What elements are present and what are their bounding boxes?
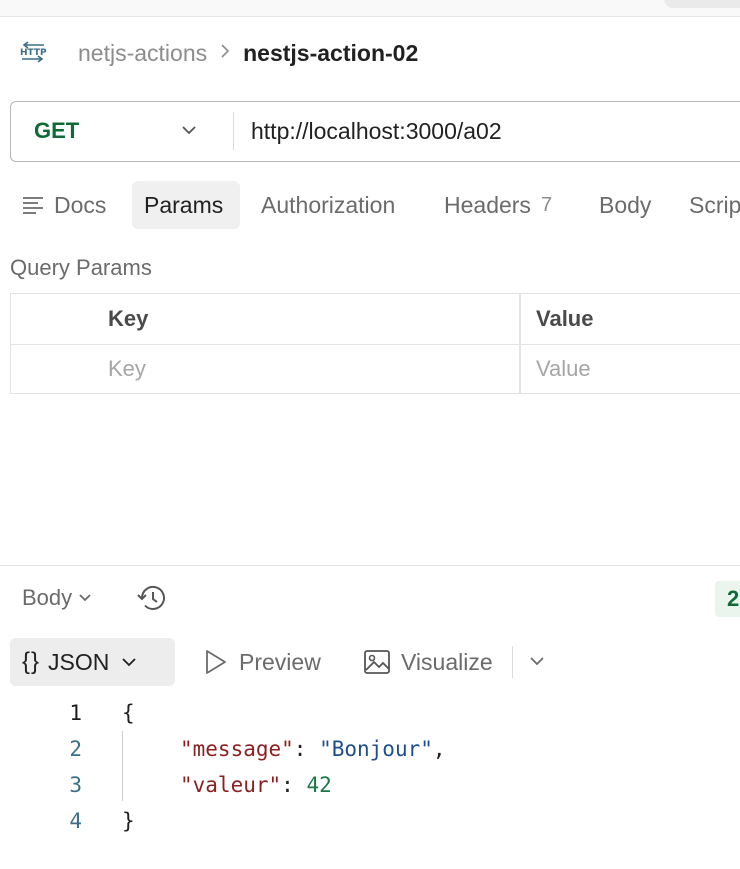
svg-text:HTTP: HTTP <box>20 48 47 58</box>
breadcrumb-chevron-icon <box>219 42 231 65</box>
braces-icon: {} <box>22 648 41 675</box>
preview-button[interactable]: Preview <box>203 638 321 686</box>
table-header-row: Key Value <box>11 294 740 345</box>
code-line: 2 "message": "Bonjour", <box>0 731 740 767</box>
docs-icon <box>22 196 44 214</box>
play-icon <box>203 648 229 676</box>
visualize-label: Visualize <box>401 648 493 675</box>
tab-params[interactable]: Params <box>132 181 240 229</box>
column-header-value: Value <box>536 306 594 331</box>
chevron-down-icon <box>78 593 92 603</box>
tab-label: Headers <box>444 191 531 218</box>
query-params-table: Key Value Key Value <box>10 293 740 394</box>
code-text: } <box>122 809 135 833</box>
json-comma: , <box>432 737 446 761</box>
line-number: 4 <box>69 809 82 833</box>
column-header-key: Key <box>108 306 149 331</box>
format-json-button[interactable]: {} JSON <box>10 638 175 686</box>
tab-body[interactable]: Body <box>599 181 651 229</box>
preview-label: Preview <box>239 648 321 675</box>
url-input[interactable] <box>251 110 731 152</box>
column-divider <box>519 294 521 394</box>
query-params-title: Query Params <box>10 255 152 280</box>
code-text: "valeur": 42 <box>180 773 332 797</box>
method-label: GET <box>34 118 80 143</box>
chevron-down-icon <box>121 656 137 668</box>
body-dropdown-label: Body <box>22 585 73 610</box>
history-icon[interactable] <box>134 582 168 619</box>
json-brace: } <box>122 809 135 833</box>
value-input[interactable]: Value <box>536 344 591 394</box>
format-json-label: JSON <box>48 648 110 675</box>
tab-label: Body <box>599 191 652 218</box>
chevron-down-icon <box>181 123 197 141</box>
line-number: 1 <box>69 701 82 725</box>
table-row: Key Value <box>11 344 740 394</box>
visualize-button[interactable]: Visualize <box>363 638 493 686</box>
json-colon: : <box>281 773 307 797</box>
headers-count-badge: 7 <box>540 193 553 216</box>
tab-label: Docs <box>54 191 107 218</box>
tab-label: Params <box>144 191 224 218</box>
status-badge: 2 <box>715 581 740 617</box>
response-format-bar: {} JSON Preview Visualize <box>10 638 740 686</box>
json-key: "valeur" <box>180 773 282 797</box>
code-line: 3 "valeur": 42 <box>0 767 740 803</box>
url-divider <box>233 112 234 150</box>
tab-scripts[interactable]: Scripts <box>689 181 740 229</box>
key-input[interactable]: Key <box>108 344 146 394</box>
breadcrumb-current[interactable]: nestjs-action-02 <box>243 40 418 67</box>
code-line: 1 { <box>0 695 740 731</box>
request-tabs: Docs Params Authorization Headers 7 Body… <box>10 181 740 229</box>
line-number: 3 <box>69 773 82 797</box>
method-select[interactable]: GET <box>11 102 233 160</box>
tab-label: Authorization <box>261 191 396 218</box>
json-brace: { <box>122 701 135 725</box>
chevron-down-icon[interactable] <box>528 654 546 668</box>
pane-divider[interactable] <box>0 565 740 566</box>
http-icon: HTTP <box>18 39 48 67</box>
json-string-value: "Bonjour" <box>319 737 433 761</box>
top-pill <box>664 0 740 8</box>
json-colon: : <box>293 737 320 761</box>
tab-docs[interactable]: Docs <box>22 181 126 229</box>
response-body-dropdown[interactable]: Body <box>22 575 92 621</box>
response-toolbar: Body 2 <box>0 575 740 621</box>
request-url-bar: GET <box>10 101 740 162</box>
json-key: "message" <box>180 737 294 761</box>
tab-label: Scripts <box>689 191 740 218</box>
window-top-strip <box>0 0 740 17</box>
breadcrumb-parent[interactable]: netjs-actions <box>78 40 207 67</box>
code-line: 4 } <box>0 803 740 839</box>
tab-headers[interactable]: Headers 7 <box>444 181 552 229</box>
image-icon <box>363 649 391 675</box>
code-text: { <box>122 701 135 725</box>
line-number: 2 <box>69 737 82 761</box>
tab-authorization[interactable]: Authorization <box>261 181 395 229</box>
json-number-value: 42 <box>306 773 332 797</box>
breadcrumb: HTTP netjs-actions nestjs-action-02 <box>18 36 418 70</box>
code-text: "message": "Bonjour", <box>180 737 446 761</box>
format-divider <box>512 646 513 678</box>
